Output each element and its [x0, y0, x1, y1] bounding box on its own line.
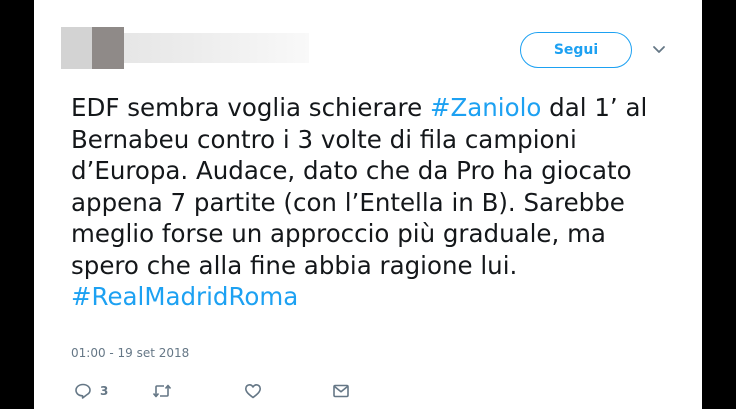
retweet-action[interactable]	[152, 383, 244, 399]
username-blur-block	[124, 33, 309, 63]
tweet-text-segment: EDF sembra voglia schierare	[71, 93, 430, 122]
avatar-blur-block	[61, 27, 92, 69]
tweet-text: EDF sembra voglia schierare #Zaniolo dal…	[71, 92, 691, 313]
reply-icon	[74, 382, 92, 400]
chevron-down-icon[interactable]	[651, 42, 667, 58]
retweet-icon	[152, 383, 172, 399]
tweet-timestamp[interactable]: 01:00 - 19 set 2018	[71, 346, 189, 360]
tweet-text-line: d’Europa. Audace, dato che da Pro ha gio…	[71, 155, 691, 187]
tweet-text-line: #RealMadridRoma	[71, 281, 691, 313]
tweet-text-line: Bernabeu contro i 3 volte di fila campio…	[71, 124, 691, 156]
tweet-actions: 3	[74, 381, 350, 401]
tweet-text-line: EDF sembra voglia schierare #Zaniolo dal…	[71, 92, 691, 124]
tweet-text-segment: meglio forse un approccio più graduale, …	[71, 219, 606, 248]
direct-message-icon	[332, 383, 350, 399]
tweet-card: Segui EDF sembra voglia schierare #Zanio…	[34, 0, 702, 409]
tweet-text-segment: Bernabeu contro i 3 volte di fila campio…	[71, 124, 577, 154]
hashtag-link[interactable]: #RealMadridRoma	[71, 282, 298, 311]
like-icon	[244, 383, 262, 399]
tweet-text-segment: appena 7 partite (con l’Entella in B). S…	[71, 187, 625, 217]
tweet-text-line: appena 7 partite (con l’Entella in B). S…	[71, 187, 691, 219]
reply-count: 3	[100, 384, 109, 398]
tweet-text-line: spero che alla fine abbia ragione lui.	[71, 250, 691, 282]
blurred-user-header	[61, 27, 309, 69]
like-action[interactable]	[244, 383, 332, 399]
reply-action[interactable]: 3	[74, 382, 152, 400]
tweet-text-line: meglio forse un approccio più graduale, …	[71, 218, 691, 250]
tweet-text-segment: d’Europa. Audace, dato che da Pro ha gio…	[71, 156, 632, 185]
tweet-text-segment: dal 1’ al	[541, 93, 648, 122]
tweet-text-segment: spero che alla fine abbia ragione lui.	[71, 250, 518, 280]
hashtag-link[interactable]: #Zaniolo	[430, 93, 541, 122]
direct-message-action[interactable]	[332, 383, 350, 399]
avatar-blur-block	[92, 27, 124, 69]
follow-button[interactable]: Segui	[520, 32, 632, 68]
